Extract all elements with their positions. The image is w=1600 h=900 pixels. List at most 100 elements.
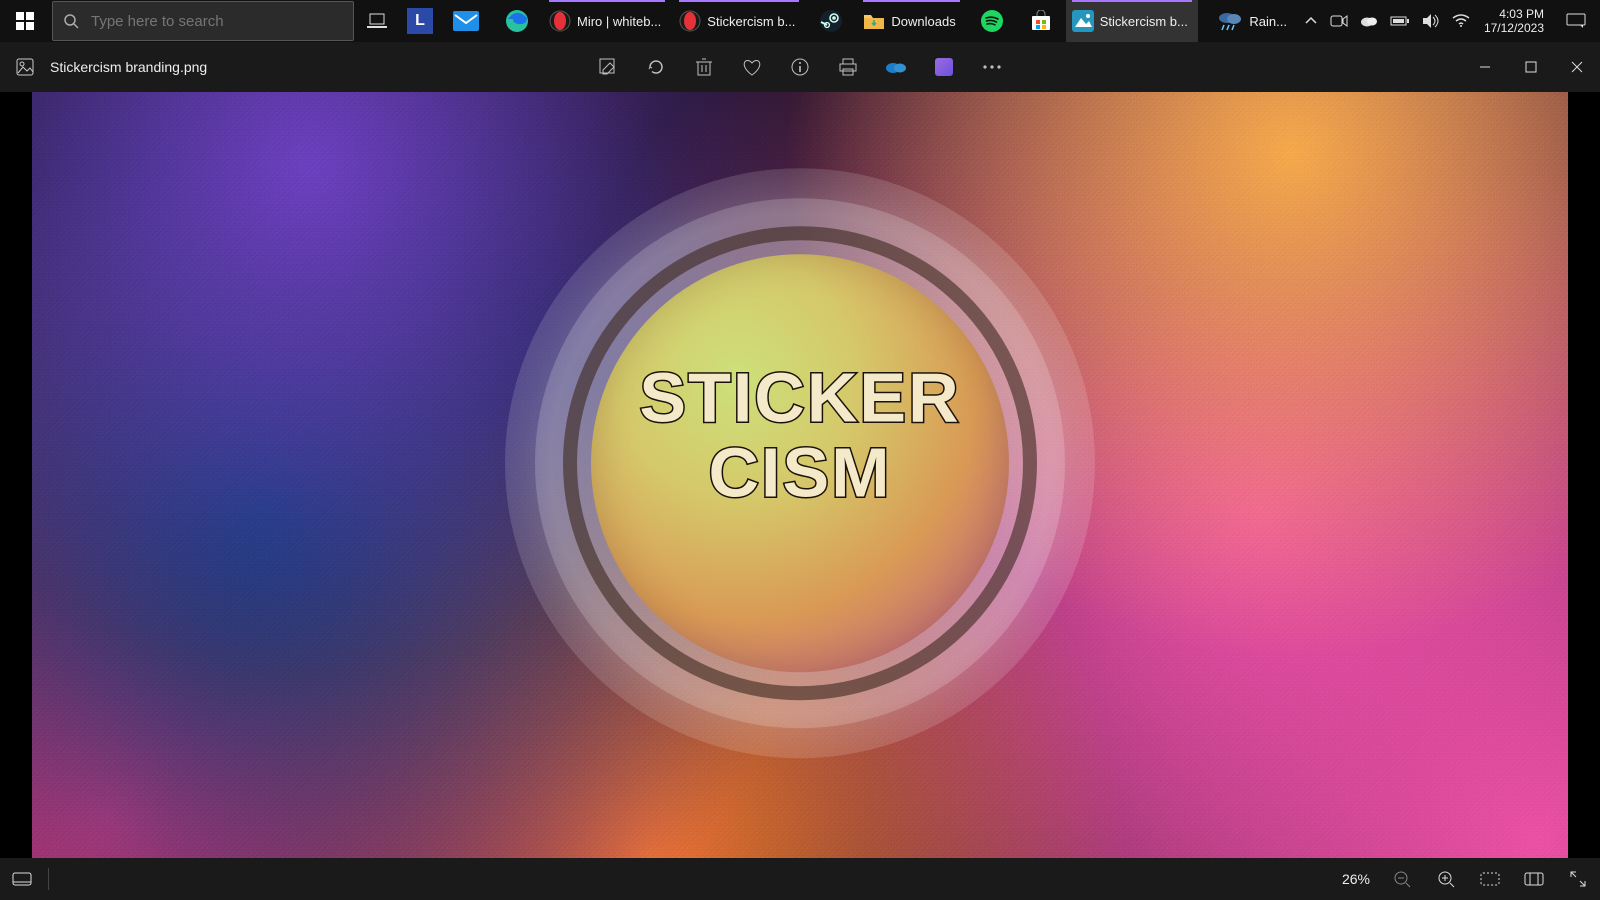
file-name: Stickercism branding.png xyxy=(50,59,207,75)
print-button[interactable] xyxy=(837,56,859,78)
photos-app-toolbar: Stickercism branding.png xyxy=(0,42,1600,92)
task-view-icon xyxy=(367,12,387,30)
minimize-icon xyxy=(1479,61,1491,73)
print-icon xyxy=(838,58,858,76)
zoom-percentage[interactable]: 26% xyxy=(1332,871,1380,887)
tray-volume[interactable] xyxy=(1416,0,1446,42)
fullscreen-button[interactable] xyxy=(1556,858,1600,900)
taskbar-app-photos-stickercism[interactable]: Stickercism b... xyxy=(1066,0,1198,42)
taskbar-label: Downloads xyxy=(891,14,955,29)
onedrive-button[interactable] xyxy=(885,56,907,78)
photos-app-icon xyxy=(1072,10,1094,32)
rain-icon xyxy=(1217,10,1243,32)
zoom-in-icon xyxy=(1437,870,1455,888)
taskbar-label: Stickercism b... xyxy=(707,14,795,29)
taskbar-app-msstore[interactable] xyxy=(1018,0,1064,42)
vertical-scrollbar[interactable] xyxy=(10,92,24,858)
search-icon xyxy=(63,13,79,29)
maximize-icon xyxy=(1525,61,1537,73)
taskbar-label: Stickercism b... xyxy=(1100,14,1188,29)
brand-text: .bt{font-family:'Cooper Black','Arial Bl… xyxy=(505,352,1095,527)
tray-meet-now[interactable] xyxy=(1324,0,1354,42)
onedrive-icon xyxy=(1360,15,1378,27)
tray-battery[interactable] xyxy=(1384,0,1416,42)
edge-icon xyxy=(505,9,529,33)
steam-icon xyxy=(819,9,843,33)
spotify-icon xyxy=(980,9,1004,33)
chevron-up-icon xyxy=(1304,14,1318,28)
opera-icon xyxy=(549,10,571,32)
folder-icon xyxy=(863,11,885,31)
actual-size-icon xyxy=(1524,872,1544,886)
windows-taskbar: L Miro | whiteb... Stickercism b... Down… xyxy=(0,0,1600,42)
edit-image-icon xyxy=(598,57,618,77)
taskbar-app-mail[interactable] xyxy=(441,0,491,42)
rotate-button[interactable] xyxy=(645,56,667,78)
taskbar-app-spotify[interactable] xyxy=(968,0,1016,42)
ms-store-icon xyxy=(1030,10,1052,32)
letter-l-icon: L xyxy=(407,8,433,34)
zoom-out-icon xyxy=(1393,870,1411,888)
brand-medallion: .bt{font-family:'Cooper Black','Arial Bl… xyxy=(505,168,1095,758)
actual-size-button[interactable] xyxy=(1512,858,1556,900)
favorite-button[interactable] xyxy=(741,56,763,78)
taskbar-app-opera-stickercism[interactable]: Stickercism b... xyxy=(673,0,805,42)
taskbar-app-steam[interactable] xyxy=(807,0,855,42)
more-button[interactable] xyxy=(981,56,1003,78)
photos-status-bar: 26% xyxy=(0,858,1600,900)
more-dots-icon xyxy=(982,64,1002,70)
taskbar-app-edge[interactable] xyxy=(493,0,541,42)
rotate-icon xyxy=(646,57,666,77)
notification-icon xyxy=(1566,13,1586,29)
taskbar-app-opera-miro[interactable]: Miro | whiteb... xyxy=(543,0,671,42)
zoom-in-button[interactable] xyxy=(1424,858,1468,900)
system-tray: 4:03 PM 17/12/2023 xyxy=(1298,0,1600,42)
task-view-button[interactable] xyxy=(355,0,399,42)
fullscreen-icon xyxy=(1569,870,1587,888)
image-canvas: .bt{font-family:'Cooper Black','Arial Bl… xyxy=(0,92,1600,858)
taskbar-search[interactable] xyxy=(52,1,354,41)
volume-icon xyxy=(1422,13,1440,29)
tray-wifi[interactable] xyxy=(1446,0,1476,42)
divider xyxy=(48,868,49,890)
opera-icon xyxy=(679,10,701,32)
clipchamp-button[interactable] xyxy=(933,56,955,78)
taskbar-app-letter-l[interactable]: L xyxy=(401,0,439,42)
filmstrip-toggle-button[interactable] xyxy=(0,858,44,900)
tray-onedrive[interactable] xyxy=(1354,0,1384,42)
trash-icon xyxy=(695,57,713,77)
svg-text:STICKER: STICKER xyxy=(639,359,960,437)
gallery-icon xyxy=(15,57,35,77)
window-minimize-button[interactable] xyxy=(1462,42,1508,92)
taskbar-label: Miro | whiteb... xyxy=(577,14,661,29)
windows-logo-icon xyxy=(16,12,34,30)
search-input[interactable] xyxy=(89,12,313,31)
window-close-button[interactable] xyxy=(1554,42,1600,92)
meet-now-icon xyxy=(1330,14,1348,28)
filmstrip-icon xyxy=(12,872,32,886)
info-button[interactable] xyxy=(789,56,811,78)
start-button[interactable] xyxy=(0,0,50,42)
taskbar-weather[interactable]: Rain... xyxy=(1211,0,1297,42)
fit-window-icon xyxy=(1480,872,1500,886)
svg-text:CISM: CISM xyxy=(709,434,892,512)
zoom-out-button[interactable] xyxy=(1380,858,1424,900)
photos-app-home-button[interactable] xyxy=(0,57,50,77)
battery-icon xyxy=(1390,15,1410,27)
info-icon xyxy=(790,57,810,77)
edit-image-button[interactable] xyxy=(597,56,619,78)
heart-icon xyxy=(742,58,762,76)
fit-to-window-button[interactable] xyxy=(1468,858,1512,900)
action-center-button[interactable] xyxy=(1552,13,1600,29)
wifi-icon xyxy=(1452,14,1470,28)
close-icon xyxy=(1571,61,1583,73)
delete-button[interactable] xyxy=(693,56,715,78)
onedrive-icon xyxy=(885,60,907,74)
taskbar-app-explorer-downloads[interactable]: Downloads xyxy=(857,0,965,42)
window-maximize-button[interactable] xyxy=(1508,42,1554,92)
displayed-image[interactable]: .bt{font-family:'Cooper Black','Arial Bl… xyxy=(32,92,1568,858)
clipchamp-icon xyxy=(935,58,953,76)
tray-overflow[interactable] xyxy=(1298,0,1324,42)
weather-label: Rain... xyxy=(1249,14,1287,29)
tray-clock[interactable]: 4:03 PM 17/12/2023 xyxy=(1476,7,1552,35)
